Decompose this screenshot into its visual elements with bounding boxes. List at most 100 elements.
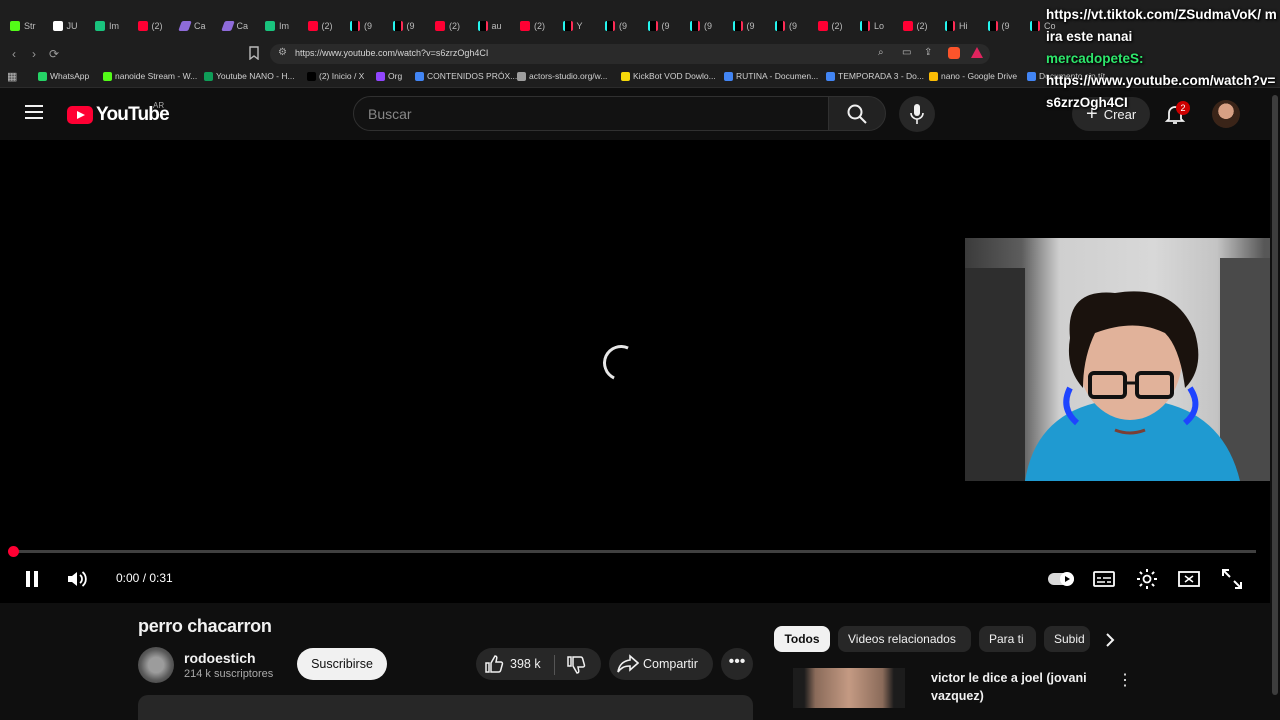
more-actions-button[interactable]: •••	[721, 648, 753, 680]
subtitles-icon	[1093, 571, 1115, 587]
browser-tab-label: (9	[364, 21, 373, 31]
browser-tab[interactable]: (9	[732, 17, 755, 35]
bookmark-item[interactable]: KickBot VOD Dowlo...	[621, 71, 716, 81]
tiktok-icon	[477, 21, 488, 31]
browser-tab[interactable]: Lo	[860, 17, 884, 35]
brave-rewards-icon[interactable]	[971, 47, 983, 58]
bookmark-item[interactable]: Org	[376, 71, 402, 81]
browser-tab[interactable]: (9	[987, 17, 1010, 35]
bookmark-item[interactable]: Youtube NANO - H...	[204, 71, 295, 81]
bookmark-favicon-icon	[929, 71, 938, 81]
chevron-right-icon[interactable]	[1100, 630, 1120, 650]
pause-button[interactable]	[21, 567, 45, 591]
like-count[interactable]: 398 k	[510, 657, 541, 671]
scrollbar-thumb[interactable]	[1272, 95, 1278, 695]
fullscreen-button[interactable]	[1220, 567, 1244, 591]
browser-tab[interactable]: (2)	[307, 17, 333, 35]
browser-tab[interactable]: Y	[562, 17, 583, 35]
browser-tab[interactable]: (2)	[137, 17, 163, 35]
share-page-icon[interactable]: ⇪	[924, 47, 932, 58]
bookmark-item[interactable]: nano - Google Drive	[929, 71, 1017, 81]
browser-tab[interactable]: (2)	[435, 17, 460, 35]
chatgpt-icon	[265, 21, 275, 31]
microphone-icon	[910, 104, 924, 124]
youtube-icon	[137, 21, 148, 31]
reload-icon[interactable]: ⟳	[46, 46, 62, 62]
browser-tab[interactable]: (9	[350, 17, 372, 35]
search-input[interactable]: Buscar	[353, 96, 829, 131]
browser-tab[interactable]: (9	[775, 17, 797, 35]
bookmark-favicon-icon	[204, 71, 213, 81]
site-info-icon[interactable]: ⚙	[278, 47, 287, 58]
brave-shield-icon[interactable]	[948, 47, 960, 59]
forward-icon[interactable]: ›	[26, 46, 42, 62]
chip-todos[interactable]: Todos	[774, 626, 830, 652]
channel-avatar[interactable]	[138, 647, 174, 683]
browser-tab[interactable]: Hi	[945, 17, 968, 35]
description-box[interactable]	[138, 695, 753, 720]
chat-username: mercadopeteS:	[1046, 51, 1144, 66]
back-icon[interactable]: ‹	[6, 46, 22, 62]
browser-tab[interactable]: Im	[95, 17, 119, 35]
tiktok-icon	[775, 21, 785, 31]
youtube-play-icon	[67, 106, 93, 124]
bookmark-favicon-icon	[376, 71, 385, 81]
browser-tab[interactable]: (9	[605, 17, 627, 35]
bookmark-item[interactable]: actors-studio.org/w...	[517, 71, 607, 81]
bookmark-item[interactable]: CONTENIDOS PRÓX...	[415, 71, 517, 81]
apps-grid-icon[interactable]: ▦	[7, 70, 17, 83]
browser-tab[interactable]: (9	[392, 17, 415, 35]
kick-icon	[10, 21, 20, 31]
browser-tab[interactable]: (2)	[520, 17, 545, 35]
browser-tab[interactable]: Ca	[220, 17, 248, 35]
channel-name[interactable]: rodoestich	[184, 650, 256, 666]
autoplay-toggle[interactable]	[1047, 567, 1075, 591]
search-button[interactable]	[828, 96, 886, 131]
browser-tab[interactable]: JU	[52, 17, 78, 35]
bookmark-item[interactable]: nanoide Stream - W...	[103, 71, 197, 81]
bookmark-item[interactable]: WhatsApp	[38, 71, 89, 81]
more-vertical-icon[interactable]: ⋮	[1117, 670, 1133, 690]
theater-mode-button[interactable]	[1177, 567, 1201, 591]
subscribe-button[interactable]: Suscribirse	[297, 648, 387, 680]
tiktok-icon	[1030, 21, 1040, 31]
bookmark-item[interactable]: TEMPORADA 3 - Do...	[826, 71, 924, 81]
chip-subidos[interactable]: Subid	[1044, 626, 1090, 652]
bookmark-favicon-icon	[307, 71, 316, 81]
chat-message-2: https://www.youtube.com/watch?v=s6zrzOgh…	[1046, 73, 1276, 110]
cast-icon[interactable]: ▭	[902, 47, 911, 58]
browser-tab[interactable]: (9	[690, 17, 712, 35]
subscriber-count: 214 k suscriptores	[184, 668, 274, 680]
browser-tab[interactable]: Ca	[178, 17, 206, 35]
related-video-title[interactable]: victor le dice a joel (jovani vazquez)	[931, 669, 1101, 705]
like-icon[interactable]	[484, 654, 504, 674]
browser-tab[interactable]: (2)	[817, 17, 843, 35]
browser-tab-label: (2)	[831, 21, 843, 31]
browser-tab[interactable]: Im	[265, 17, 289, 35]
dislike-icon[interactable]	[566, 655, 586, 675]
chip-videos-relacionados[interactable]: Videos relacionados	[838, 626, 971, 652]
voice-search-button[interactable]	[899, 96, 935, 132]
progress-scrubber[interactable]	[8, 546, 19, 557]
address-bar[interactable]: ⚙ https://www.youtube.com/watch?v=s6zrzO…	[270, 44, 990, 64]
bookmark-label: TEMPORADA 3 - Do...	[838, 71, 924, 81]
progress-bar[interactable]	[13, 550, 1256, 553]
settings-button[interactable]	[1135, 567, 1159, 591]
browser-tab[interactable]: au	[477, 17, 502, 35]
browser-tab[interactable]: Str	[10, 17, 36, 35]
chip-para-ti[interactable]: Para ti	[979, 626, 1036, 652]
browser-tab[interactable]: (2)	[902, 17, 928, 35]
volume-button[interactable]	[65, 567, 89, 591]
zoom-icon[interactable]: ⌕	[878, 47, 884, 58]
hamburger-menu-icon[interactable]	[25, 105, 43, 119]
youtube-icon	[520, 21, 530, 31]
volume-icon	[68, 571, 87, 587]
bookmark-item[interactable]: (2) Inicio / X	[307, 71, 364, 81]
browser-tab-label: Lo	[874, 21, 885, 31]
bookmark-item[interactable]: RUTINA - Documen...	[724, 71, 818, 81]
related-video-thumbnail[interactable]	[793, 668, 905, 708]
bookmark-icon[interactable]	[246, 46, 262, 62]
subtitles-button[interactable]	[1092, 567, 1116, 591]
browser-tab[interactable]: (9	[647, 17, 670, 35]
youtube-icon	[435, 21, 445, 31]
